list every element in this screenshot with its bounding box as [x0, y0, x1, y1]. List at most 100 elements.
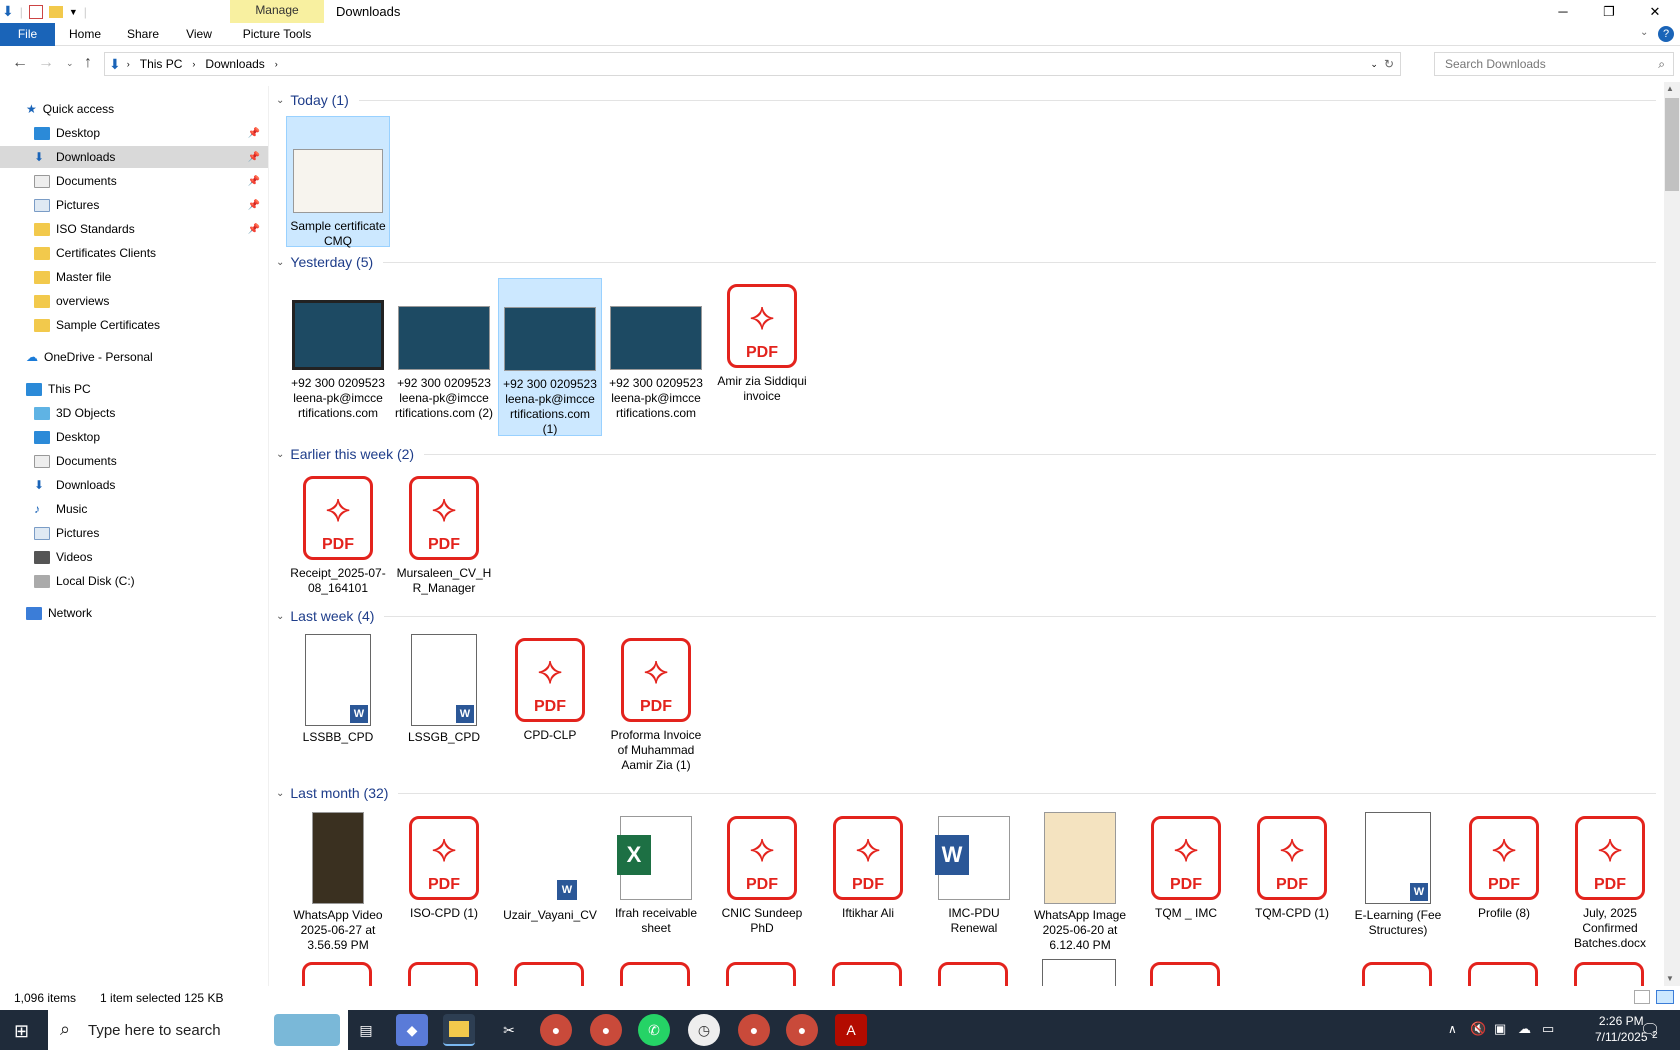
address-bar[interactable]: ⬇ › This PC › Downloads › ⌄ ↻	[104, 52, 1401, 76]
file-tile[interactable]: ⟡ PDF July, 2025 Confirmed Batches.docx	[1558, 810, 1662, 955]
scrollbar-thumb[interactable]	[1665, 98, 1679, 191]
properties-icon[interactable]	[28, 4, 43, 19]
file-tile[interactable]: ⟡ PDF CPD-CLP	[498, 632, 602, 778]
sidebar-item-desktop[interactable]: Desktop 📌	[0, 122, 268, 144]
onedrive-tray-icon[interactable]: ☁	[1518, 1021, 1531, 1037]
recent-locations-icon[interactable]: ⌄	[66, 58, 74, 69]
acrobat-icon[interactable]: A	[835, 1014, 867, 1046]
chrome-icon[interactable]: ●	[786, 1014, 818, 1046]
large-icons-view-icon[interactable]	[1656, 990, 1674, 1004]
group-header-last-month[interactable]: ⌄ Last month (32)	[276, 783, 1656, 803]
whatsapp-icon[interactable]: ✆	[638, 1014, 670, 1046]
pdf-icon[interactable]	[1468, 962, 1538, 986]
file-tile[interactable]: ⟡ PDF Proforma Invoice of Muhammad Aamir …	[604, 632, 708, 778]
file-tile[interactable]: ⟡ PDF TQM _ IMC	[1134, 810, 1238, 955]
close-button[interactable]: ✕	[1632, 0, 1678, 23]
pdf-icon[interactable]	[1362, 962, 1432, 986]
refresh-icon[interactable]: ↻	[1384, 57, 1394, 71]
file-tile[interactable]: WhatsApp Video 2025-06-27 at 3.56.59 PM	[286, 810, 390, 955]
sidebar-item-pictures[interactable]: Pictures 📌	[0, 194, 268, 216]
pane-divider[interactable]	[268, 86, 269, 986]
download-arrow-icon[interactable]: ⬇	[2, 3, 14, 20]
snipping-tool-icon[interactable]: ✂	[493, 1014, 525, 1046]
file-tile[interactable]: ⟡ PDF TQM-CPD (1)	[1240, 810, 1344, 955]
pdf-icon[interactable]	[726, 962, 796, 986]
manage-tab-label[interactable]: Manage	[230, 3, 324, 17]
new-folder-icon[interactable]	[48, 5, 63, 18]
sidebar-item-network[interactable]: Network	[0, 602, 268, 624]
pin-icon[interactable]: 📌	[248, 176, 260, 187]
sidebar-item-pc-downloads[interactable]: ⬇ Downloads	[0, 474, 268, 496]
scroll-up-icon[interactable]: ▲	[1666, 84, 1674, 93]
sidebar-item-pc-pictures[interactable]: Pictures	[0, 522, 268, 544]
tab-home[interactable]: Home	[62, 23, 108, 46]
file-tile[interactable]: W LSSGB_CPD	[392, 632, 496, 778]
up-icon[interactable]: ↑	[84, 54, 92, 72]
pdf-icon[interactable]	[408, 962, 478, 986]
sidebar-item-sample-certificates[interactable]: Sample Certificates	[0, 314, 268, 336]
taskbar-search[interactable]: ⌕ Type here to search	[48, 1010, 348, 1050]
file-tile[interactable]: +92 300 0209523 leena-pk@imcce rtificati…	[286, 278, 390, 436]
pdf-icon[interactable]	[514, 962, 584, 986]
chrome-icon[interactable]: ●	[738, 1014, 770, 1046]
file-tile[interactable]: +92 300 0209523 leena-pk@imcce rtificati…	[392, 278, 496, 436]
file-tile[interactable]: ⟡ PDF Profile (8)	[1452, 810, 1556, 955]
copilot-icon[interactable]: ◆	[396, 1014, 428, 1046]
vertical-scrollbar[interactable]	[1664, 82, 1680, 986]
sidebar-item-pc-desktop[interactable]: Desktop	[0, 426, 268, 448]
group-header-today[interactable]: ⌄ Today (1)	[276, 90, 1656, 110]
sidebar-item-videos[interactable]: Videos	[0, 546, 268, 568]
tab-share[interactable]: Share	[120, 23, 166, 46]
sidebar-item-documents[interactable]: Documents 📌	[0, 170, 268, 192]
document-thumbnail[interactable]	[1042, 959, 1116, 986]
file-tile[interactable]: W IMC-PDU Renewal	[922, 810, 1026, 955]
pdf-icon[interactable]	[620, 962, 690, 986]
volume-muted-icon[interactable]: 🔇	[1470, 1021, 1486, 1037]
pin-icon[interactable]: 📌	[248, 152, 260, 163]
sidebar-item-this-pc[interactable]: This PC	[0, 378, 268, 400]
file-tile[interactable]: +92 300 0209523 leena-pk@imcce rtificati…	[604, 278, 708, 436]
sidebar-item-downloads[interactable]: ⬇ Downloads 📌	[0, 146, 268, 168]
group-header-yesterday[interactable]: ⌄ Yesterday (5)	[276, 252, 1656, 272]
pin-icon[interactable]: 📌	[248, 200, 260, 211]
address-dropdown-icon[interactable]: ⌄	[1370, 59, 1378, 70]
network-tray-icon[interactable]: ▭	[1542, 1021, 1554, 1037]
search-icon[interactable]: ⌕	[1658, 57, 1665, 72]
help-icon[interactable]: ?	[1658, 26, 1674, 42]
windows-start-icon[interactable]: ⊞	[14, 1021, 34, 1041]
forward-icon[interactable]: →	[38, 54, 54, 72]
search-box[interactable]: Search Downloads ⌕	[1434, 52, 1674, 76]
group-header-earlier-this-week[interactable]: ⌄ Earlier this week (2)	[276, 444, 1656, 464]
sidebar-item-iso-standards[interactable]: ISO Standards 📌	[0, 218, 268, 240]
sidebar-item-master-file[interactable]: Master file	[0, 266, 268, 288]
taskbar-search-input[interactable]: Type here to search	[88, 1022, 221, 1039]
file-tile[interactable]: ⟡ PDF Receipt_2025-07-08_164101	[286, 470, 390, 600]
sidebar-item-music[interactable]: ♪ Music	[0, 498, 268, 520]
back-icon[interactable]: ←	[12, 54, 28, 72]
minimize-button[interactable]: ─	[1540, 0, 1586, 23]
sidebar-item-pc-documents[interactable]: Documents	[0, 450, 268, 472]
file-tile[interactable]: W E-Learning (Fee Structures)	[1346, 810, 1450, 955]
file-explorer-icon[interactable]	[443, 1014, 475, 1046]
details-view-icon[interactable]	[1634, 990, 1650, 1004]
sidebar-item-onedrive[interactable]: ☁ OneDrive - Personal	[0, 346, 268, 368]
file-tile[interactable]: Sample certificate CMQ	[286, 116, 390, 248]
chrome-icon[interactable]: ●	[590, 1014, 622, 1046]
tab-picture-tools[interactable]: Picture Tools	[230, 23, 324, 46]
meet-now-icon[interactable]: ▣	[1494, 1021, 1506, 1037]
tab-file[interactable]: File	[0, 23, 55, 46]
pdf-icon[interactable]	[1150, 962, 1220, 986]
pdf-icon[interactable]	[832, 962, 902, 986]
file-tile[interactable]: ⟡ PDF ISO-CPD (1)	[392, 810, 496, 955]
show-hidden-icons-icon[interactable]: ∧	[1448, 1022, 1457, 1036]
group-header-last-week[interactable]: ⌄ Last week (4)	[276, 606, 1656, 626]
file-tile[interactable]: X Ifrah receivable sheet	[604, 810, 708, 955]
restore-button[interactable]: ❐	[1586, 0, 1632, 23]
sidebar-item-local-disk[interactable]: Local Disk (C:)	[0, 570, 268, 592]
file-tile[interactable]: +92 300 0209523 leena-pk@imcce rtificati…	[498, 278, 602, 436]
clock-app-icon[interactable]: ◷	[688, 1014, 720, 1046]
file-tile[interactable]: W LSSBB_CPD	[286, 632, 390, 778]
ribbon-expand-icon[interactable]: ⌄	[1640, 27, 1648, 38]
file-tile[interactable]: ⟡ PDF CNIC Sundeep PhD	[710, 810, 814, 955]
breadcrumb-this-pc[interactable]: This PC	[140, 57, 183, 71]
